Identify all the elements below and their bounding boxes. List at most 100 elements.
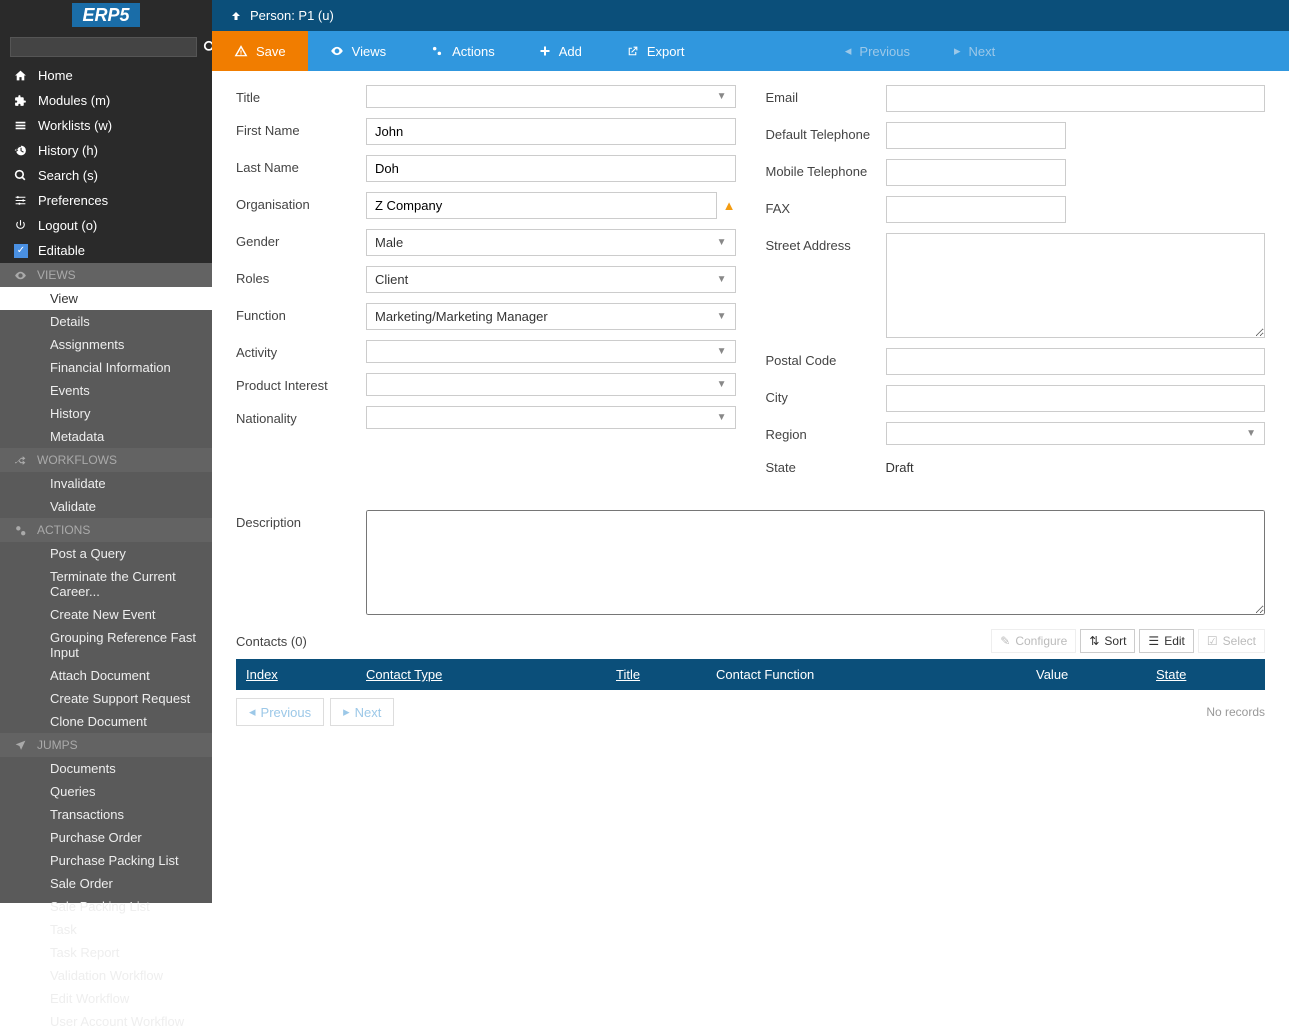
save-label: Save [256,44,286,59]
caret-left-icon: ◂ [249,704,256,720]
sidebar-item-terminate-the-current-career-[interactable]: Terminate the Current Career... [0,565,212,603]
caret-right-icon: ▸ [343,704,350,720]
region-select[interactable]: ▼ [886,422,1266,445]
puzzle-icon [14,94,28,107]
warning-icon [234,44,248,58]
sidebar-item-sale-packing-list[interactable]: Sale Packing List [0,895,212,918]
actions-button[interactable]: Actions [408,31,517,71]
roles-select[interactable]: Client▼ [366,266,736,293]
previous-button[interactable]: ◂ Previous [823,31,932,71]
breadcrumb-text[interactable]: Person: P1 (u) [250,8,334,23]
sidebar-nav-history[interactable]: History (h) [0,138,212,163]
pager-next[interactable]: ▸Next [330,698,394,726]
last-name-input[interactable] [366,155,736,182]
sidebar-item-validation-workflow[interactable]: Validation Workflow [0,964,212,987]
views-button[interactable]: Views [308,31,408,71]
export-label: Export [647,44,685,59]
sidebar-nav-preferences[interactable]: Preferences [0,188,212,213]
add-button[interactable]: Add [517,31,604,71]
col-index[interactable]: Index [246,667,366,682]
sidebar-item-purchase-packing-list[interactable]: Purchase Packing List [0,849,212,872]
product-interest-select[interactable]: ▼ [366,373,736,396]
sidebar-item-purchase-order[interactable]: Purchase Order [0,826,212,849]
sidebar-item-documents[interactable]: Documents [0,757,212,780]
sidebar-item-financial-information[interactable]: Financial Information [0,356,212,379]
export-button[interactable]: Export [604,31,707,71]
select-button[interactable]: ☑Select [1198,629,1265,653]
cogs-icon [430,44,444,58]
sidebar-nav-editable[interactable]: ✓Editable [0,238,212,263]
sidebar-item-validate[interactable]: Validate [0,495,212,518]
edit-button[interactable]: ☰Edit [1139,629,1193,653]
mobile-telephone-input[interactable] [886,159,1066,186]
sidebar-item-user-account-workflow[interactable]: User Account Workflow [0,1010,212,1033]
col-title[interactable]: Title [616,667,716,682]
search-icon [14,169,28,182]
sidebar-item-attach-document[interactable]: Attach Document [0,664,212,687]
sidebar-item-edit-workflow[interactable]: Edit Workflow [0,987,212,1010]
sliders-icon [14,194,28,207]
chevron-down-icon: ▼ [717,346,727,357]
title-select[interactable]: ▼ [366,85,736,108]
sidebar-search-input[interactable] [10,37,197,57]
sidebar-item-clone-document[interactable]: Clone Document [0,710,212,733]
shuffle-icon [14,454,27,467]
save-button[interactable]: Save [212,31,308,71]
first-name-input[interactable] [366,118,736,145]
sidebar-nav-home[interactable]: Home [0,63,212,88]
nationality-select[interactable]: ▼ [366,406,736,429]
postal-code-input[interactable] [886,348,1266,375]
sidebar-item-queries[interactable]: Queries [0,780,212,803]
function-select[interactable]: Marketing/Marketing Manager▼ [366,303,736,330]
sort-button[interactable]: ⇅Sort [1080,629,1135,653]
city-input[interactable] [886,385,1266,412]
sidebar-group-actions: ACTIONS [0,518,212,542]
sidebar-item-view[interactable]: View [0,287,212,310]
state-label: State [766,455,886,475]
organisation-input[interactable] [366,192,717,219]
sidebar-nav-search[interactable]: Search (s) [0,163,212,188]
gender-select[interactable]: Male▼ [366,229,736,256]
col-state[interactable]: State [1156,667,1255,682]
configure-button[interactable]: ✎Configure [991,629,1076,653]
sidebar-group-jumps: JUMPS [0,733,212,757]
sidebar-item-sale-order[interactable]: Sale Order [0,872,212,895]
activity-select[interactable]: ▼ [366,340,736,363]
email-input[interactable] [886,85,1266,112]
roles-label: Roles [236,266,366,286]
sidebar-item-details[interactable]: Details [0,310,212,333]
organisation-label: Organisation [236,192,366,212]
fax-input[interactable] [886,196,1066,223]
sidebar-item-transactions[interactable]: Transactions [0,803,212,826]
chevron-down-icon: ▼ [717,91,727,102]
sidebar-item-task[interactable]: Task [0,918,212,941]
logo-bar: ERP5 [0,0,212,31]
first-name-label: First Name [236,118,366,138]
default-telephone-input[interactable] [886,122,1066,149]
sidebar-item-invalidate[interactable]: Invalidate [0,472,212,495]
sidebar-item-metadata[interactable]: Metadata [0,425,212,448]
eye-icon [330,44,344,58]
sidebar-item-create-new-event[interactable]: Create New Event [0,603,212,626]
up-arrow-icon[interactable] [230,10,242,22]
street-address-input[interactable] [886,233,1266,338]
sidebar-item-grouping-reference-fast-input[interactable]: Grouping Reference Fast Input [0,626,212,664]
check-icon: ☑ [1207,634,1218,648]
next-label: Next [969,44,996,59]
description-input[interactable] [366,510,1265,615]
sidebar-item-task-report[interactable]: Task Report [0,941,212,964]
sidebar-item-assignments[interactable]: Assignments [0,333,212,356]
sidebar-nav-logout[interactable]: Logout (o) [0,213,212,238]
sidebar-item-create-support-request[interactable]: Create Support Request [0,687,212,710]
check-icon: ✓ [14,244,28,258]
next-button[interactable]: ▸ Next [932,31,1017,71]
sidebar-item-post-a-query[interactable]: Post a Query [0,542,212,565]
sidebar-item-history[interactable]: History [0,402,212,425]
sidebar-nav-modules[interactable]: Modules (m) [0,88,212,113]
pager-previous[interactable]: ◂Previous [236,698,324,726]
contacts-listbox: Contacts (0) ✎Configure ⇅Sort ☰Edit ☑Sel… [236,629,1265,726]
col-contact-type[interactable]: Contact Type [366,667,616,682]
sidebar-nav-worklists[interactable]: Worklists (w) [0,113,212,138]
sidebar-item-events[interactable]: Events [0,379,212,402]
cogs-icon [14,524,27,537]
